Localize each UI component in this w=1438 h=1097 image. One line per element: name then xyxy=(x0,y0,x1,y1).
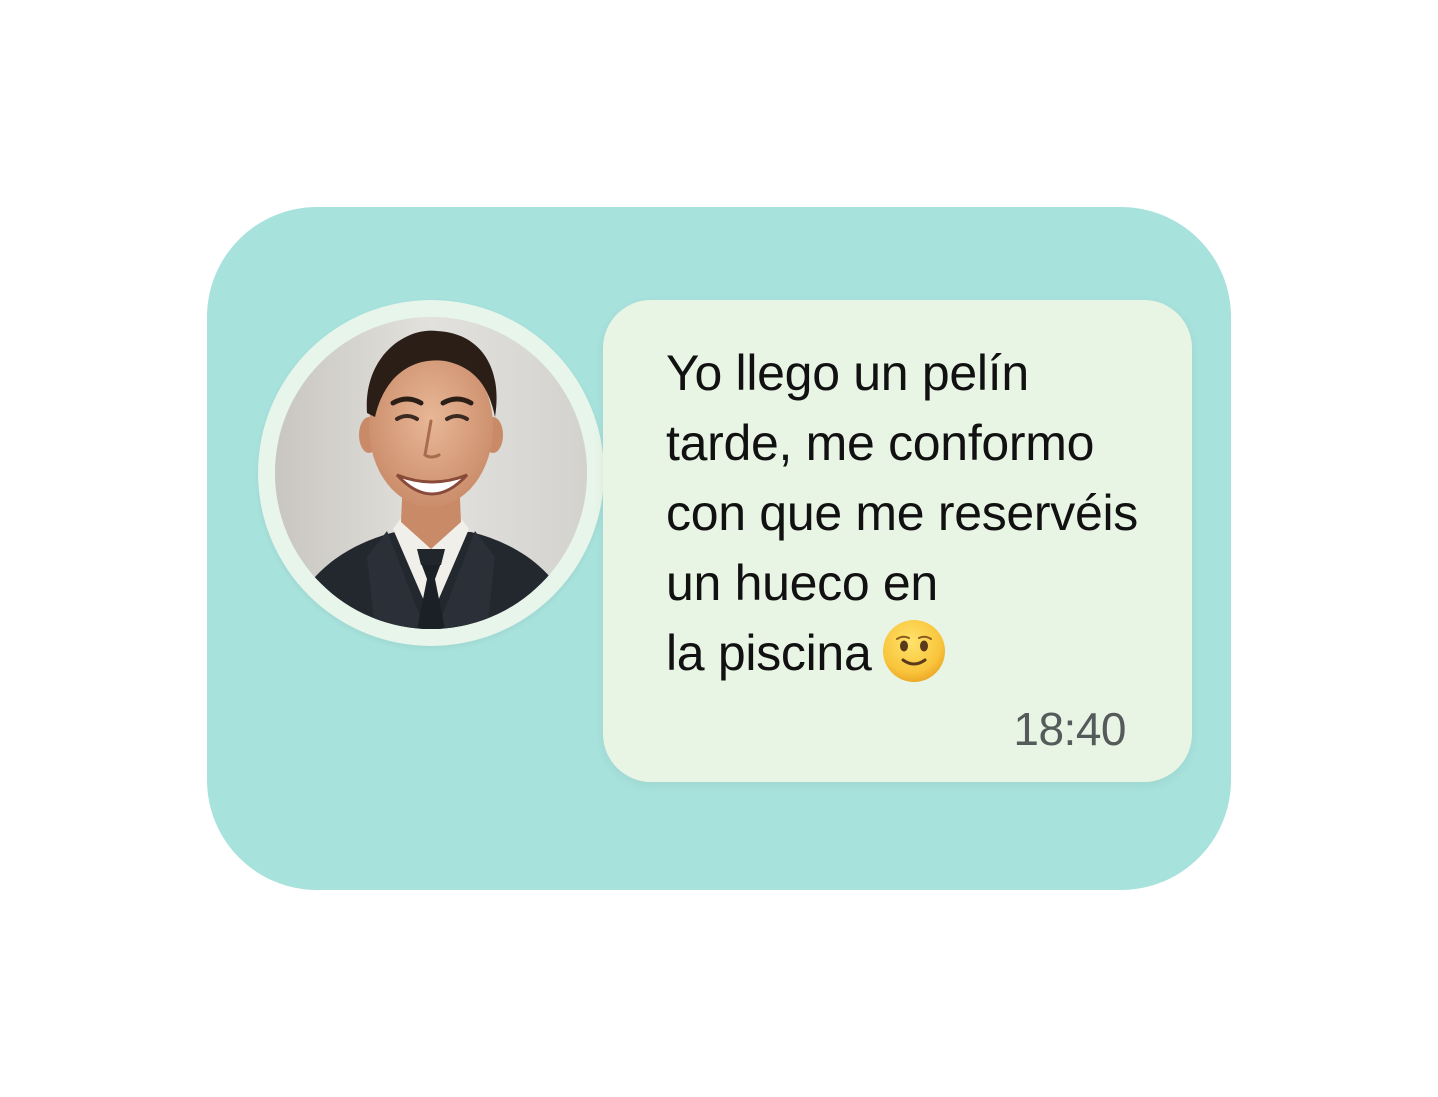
message-bubble[interactable]: Yo llego un pelín tarde, me conformo con… xyxy=(603,300,1192,782)
avatar-ring[interactable] xyxy=(258,300,604,646)
avatar-photo xyxy=(275,317,587,629)
message-timestamp: 18:40 xyxy=(1013,703,1126,755)
message-text: Yo llego un pelín tarde, me conformo con… xyxy=(666,338,1186,688)
avatar[interactable] xyxy=(275,317,587,629)
slightly-smiling-face-icon xyxy=(881,618,947,684)
